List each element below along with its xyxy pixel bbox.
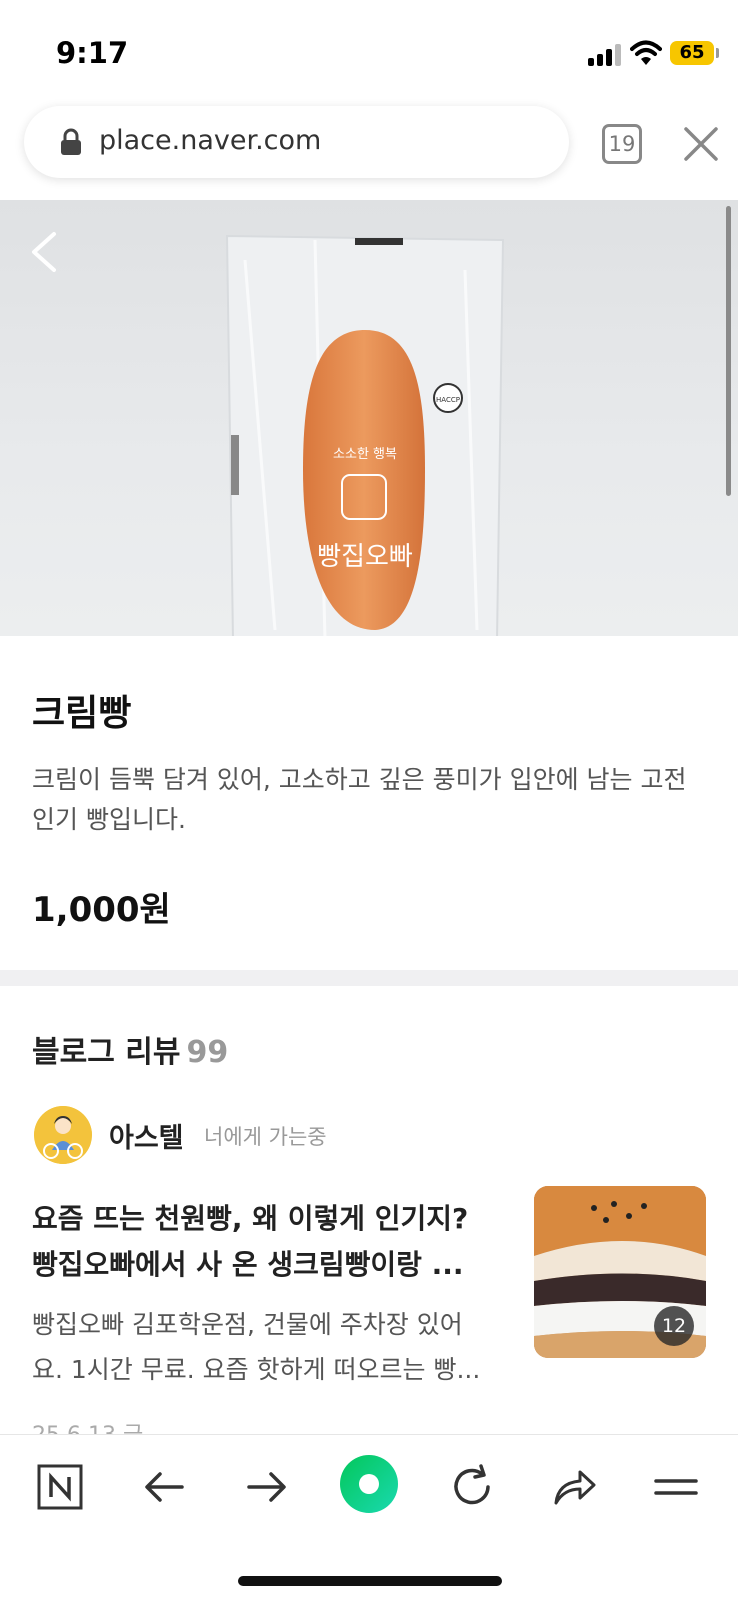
forward-arrow-icon[interactable] (243, 1463, 291, 1511)
product-price: 1,000원 (32, 890, 171, 930)
cellular-signal-icon (588, 44, 622, 66)
review-title-line1: 요즘 뜨는 천원빵, 왜 이렇게 인기지? (32, 1202, 469, 1235)
naver-green-dot-icon[interactable] (338, 1453, 400, 1515)
share-icon[interactable] (550, 1463, 598, 1511)
review-title[interactable]: 요즘 뜨는 천원빵, 왜 이렇게 인기지? 빵집오빠에서 사 온 생크림빵이랑 … (32, 1196, 502, 1288)
blog-review-heading: 블로그 리뷰 99 (32, 1027, 228, 1071)
battery-tip (716, 48, 719, 58)
review-date: 25.6.13.금 (32, 1417, 143, 1435)
review-snippet-line2: 요. 1시간 무료. 요즘 핫하게 떠오르는 빵... (32, 1355, 481, 1384)
back-arrow-icon[interactable] (140, 1463, 188, 1511)
wifi-icon (630, 40, 662, 65)
avatar-illustration (34, 1106, 92, 1164)
review-title-line2: 빵집오빠에서 사 온 생크림빵이랑 ... (32, 1248, 464, 1281)
status-time: 9:17 (56, 36, 129, 70)
battery-level: 65 (670, 41, 714, 65)
product-description: 크림이 듬뿍 담겨 있어, 고소하고 깊은 풍미가 입안에 남는 고전 인기 빵… (32, 765, 687, 834)
package-brand: 빵집오빠 (317, 542, 413, 572)
lock-icon (61, 128, 81, 155)
status-bar: 9:17 65 (0, 0, 738, 104)
review-thumbnail[interactable]: 12 (534, 1186, 706, 1358)
product-image[interactable]: HACCP 소소한 행복 빵집오빠 (0, 200, 738, 636)
menu-icon[interactable] (652, 1463, 700, 1511)
review-snippet-line1: 빵집오빠 김포학운점, 건물에 주차장 있어 (32, 1310, 463, 1339)
blog-review-title: 블로그 리뷰 (32, 1035, 181, 1070)
bread-package-illustration: HACCP 소소한 행복 빵집오빠 (225, 234, 505, 636)
author-name[interactable]: 아스텔 (109, 1116, 184, 1155)
image-count-badge: 12 (654, 1306, 694, 1346)
naver-home-icon[interactable] (36, 1463, 84, 1511)
author-subtitle: 너에게 가는중 (204, 1125, 327, 1149)
url-text: place.naver.com (99, 125, 322, 156)
address-bar[interactable]: place.naver.com (24, 106, 569, 178)
scrollbar[interactable] (726, 206, 731, 496)
blog-review-count: 99 (186, 1035, 229, 1070)
package-tagline: 소소한 행복 (333, 446, 397, 462)
review-snippet[interactable]: 빵집오빠 김포학운점, 건물에 주차장 있어 요. 1시간 무료. 요즘 핫하게… (32, 1302, 502, 1392)
svg-text:HACCP: HACCP (436, 396, 460, 404)
home-indicator[interactable] (238, 1576, 502, 1586)
close-icon[interactable] (683, 126, 719, 162)
back-chevron-icon[interactable] (28, 230, 60, 274)
product-name: 크림빵 (32, 693, 132, 734)
refresh-icon[interactable] (448, 1463, 496, 1511)
section-divider (0, 970, 738, 986)
tab-count-button[interactable]: 19 (602, 124, 642, 164)
author-avatar[interactable] (34, 1106, 92, 1164)
